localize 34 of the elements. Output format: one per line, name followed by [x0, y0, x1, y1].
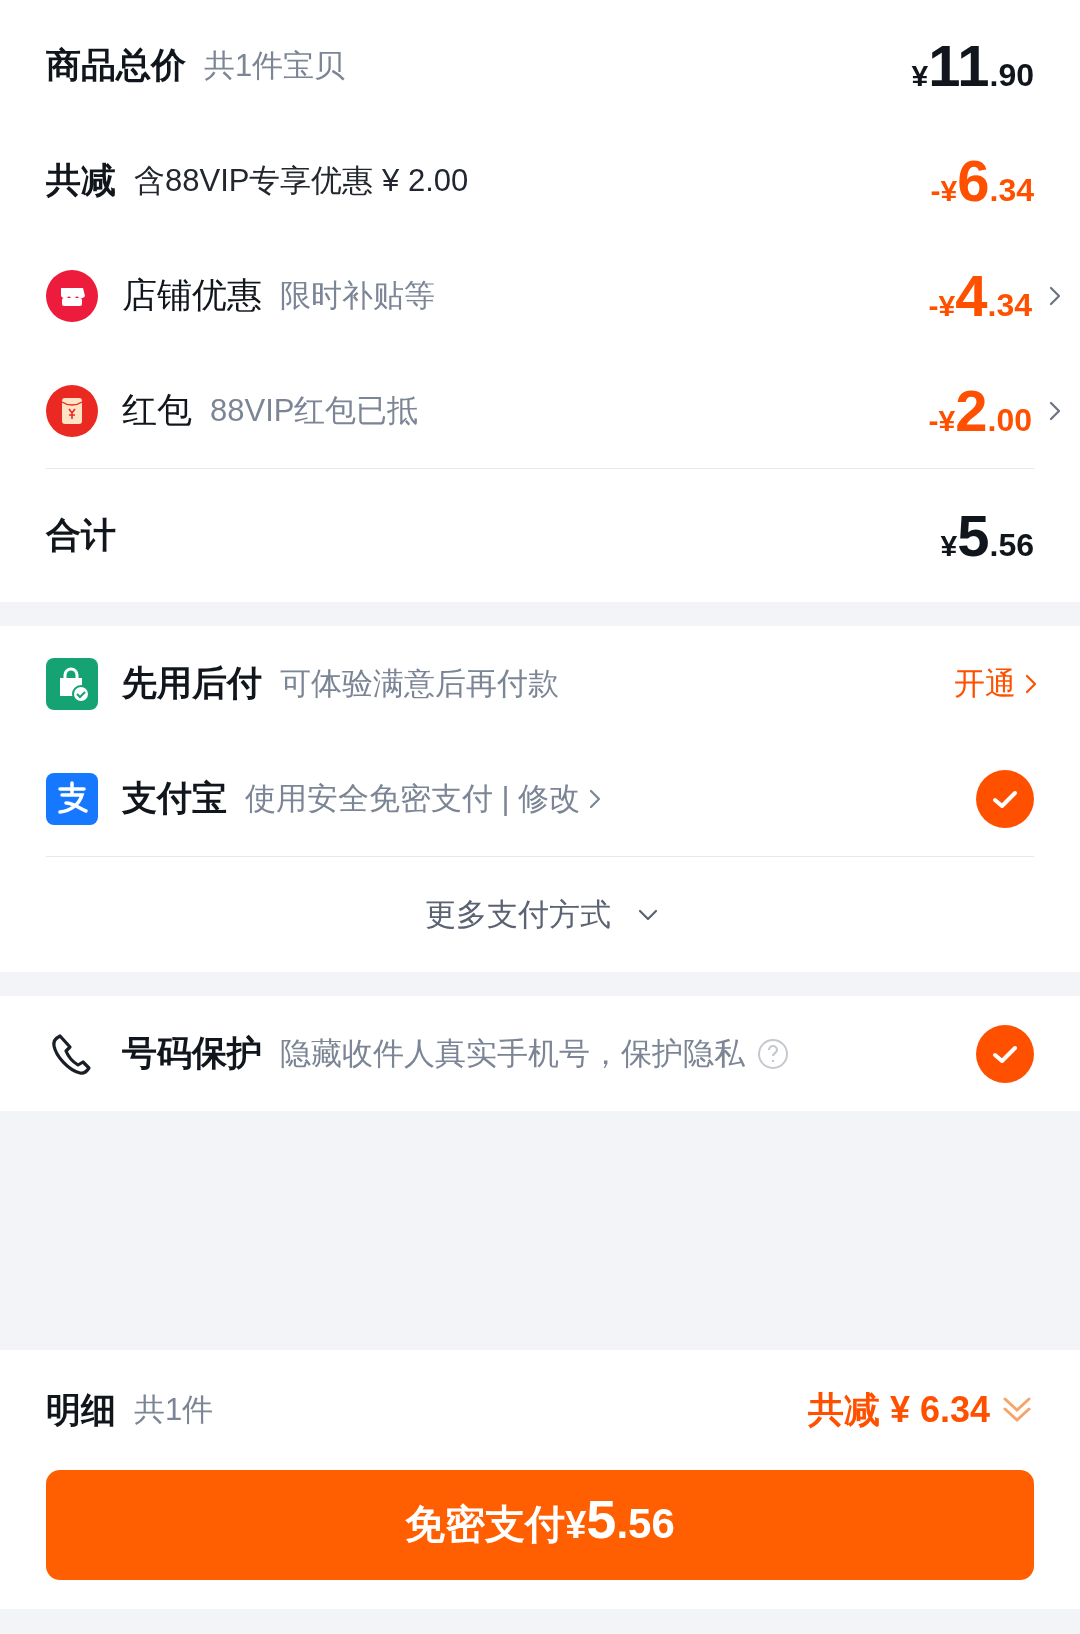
payment-name: 先用后付 [122, 662, 262, 704]
row-note: 隐藏收件人真实手机号，保护隐私 [280, 1034, 745, 1073]
shopping-bag-icon [46, 657, 98, 710]
payment-note: 可体验满意后再付款 [280, 664, 559, 703]
row-title: 合计 [46, 514, 116, 556]
discount-total[interactable]: 共减 ¥ 6.34 [807, 1385, 990, 1435]
store-icon [46, 269, 98, 322]
row-title: 店铺优惠 [122, 274, 262, 316]
row-title: 共减 [46, 159, 116, 201]
pay-button[interactable]: 免密支付¥5.56 [46, 1470, 1034, 1580]
more-payment-link[interactable]: 更多支付方式 [425, 893, 611, 936]
total-price: ¥11.90 [911, 32, 1034, 99]
payment-name: 支付宝 [122, 777, 227, 819]
discount-amount: -¥6.34 [930, 147, 1034, 214]
discount-amount: -¥4.34 [928, 262, 1032, 329]
item-count: 共1件 [134, 1391, 214, 1429]
row-title: 红包 [122, 389, 192, 431]
item-count: 共1件宝贝 [204, 46, 346, 85]
checkmark-icon[interactable] [976, 1024, 1034, 1083]
row-title: 号码保护 [122, 1032, 262, 1074]
discount-amount: -¥2.00 [928, 377, 1032, 444]
help-icon[interactable] [757, 1037, 789, 1070]
payment-app-icon [46, 772, 98, 825]
row-title: 明细 [46, 1388, 116, 1431]
discount-note: 含88VIP专享优惠 ¥ 2.00 [134, 161, 469, 200]
row-note: 88VIP红包已抵 [210, 391, 419, 430]
envelope-icon [46, 384, 98, 437]
activate-link[interactable]: 开通 [954, 662, 1038, 705]
row-title: 商品总价 [46, 44, 186, 86]
row-note: 限时补贴等 [280, 276, 435, 315]
payment-note[interactable]: 使用安全免密支付 | 修改 [245, 777, 581, 820]
checkmark-icon[interactable] [976, 769, 1034, 828]
chevron-down-icon[interactable] [636, 907, 660, 922]
total-price: ¥5.56 [940, 502, 1034, 569]
